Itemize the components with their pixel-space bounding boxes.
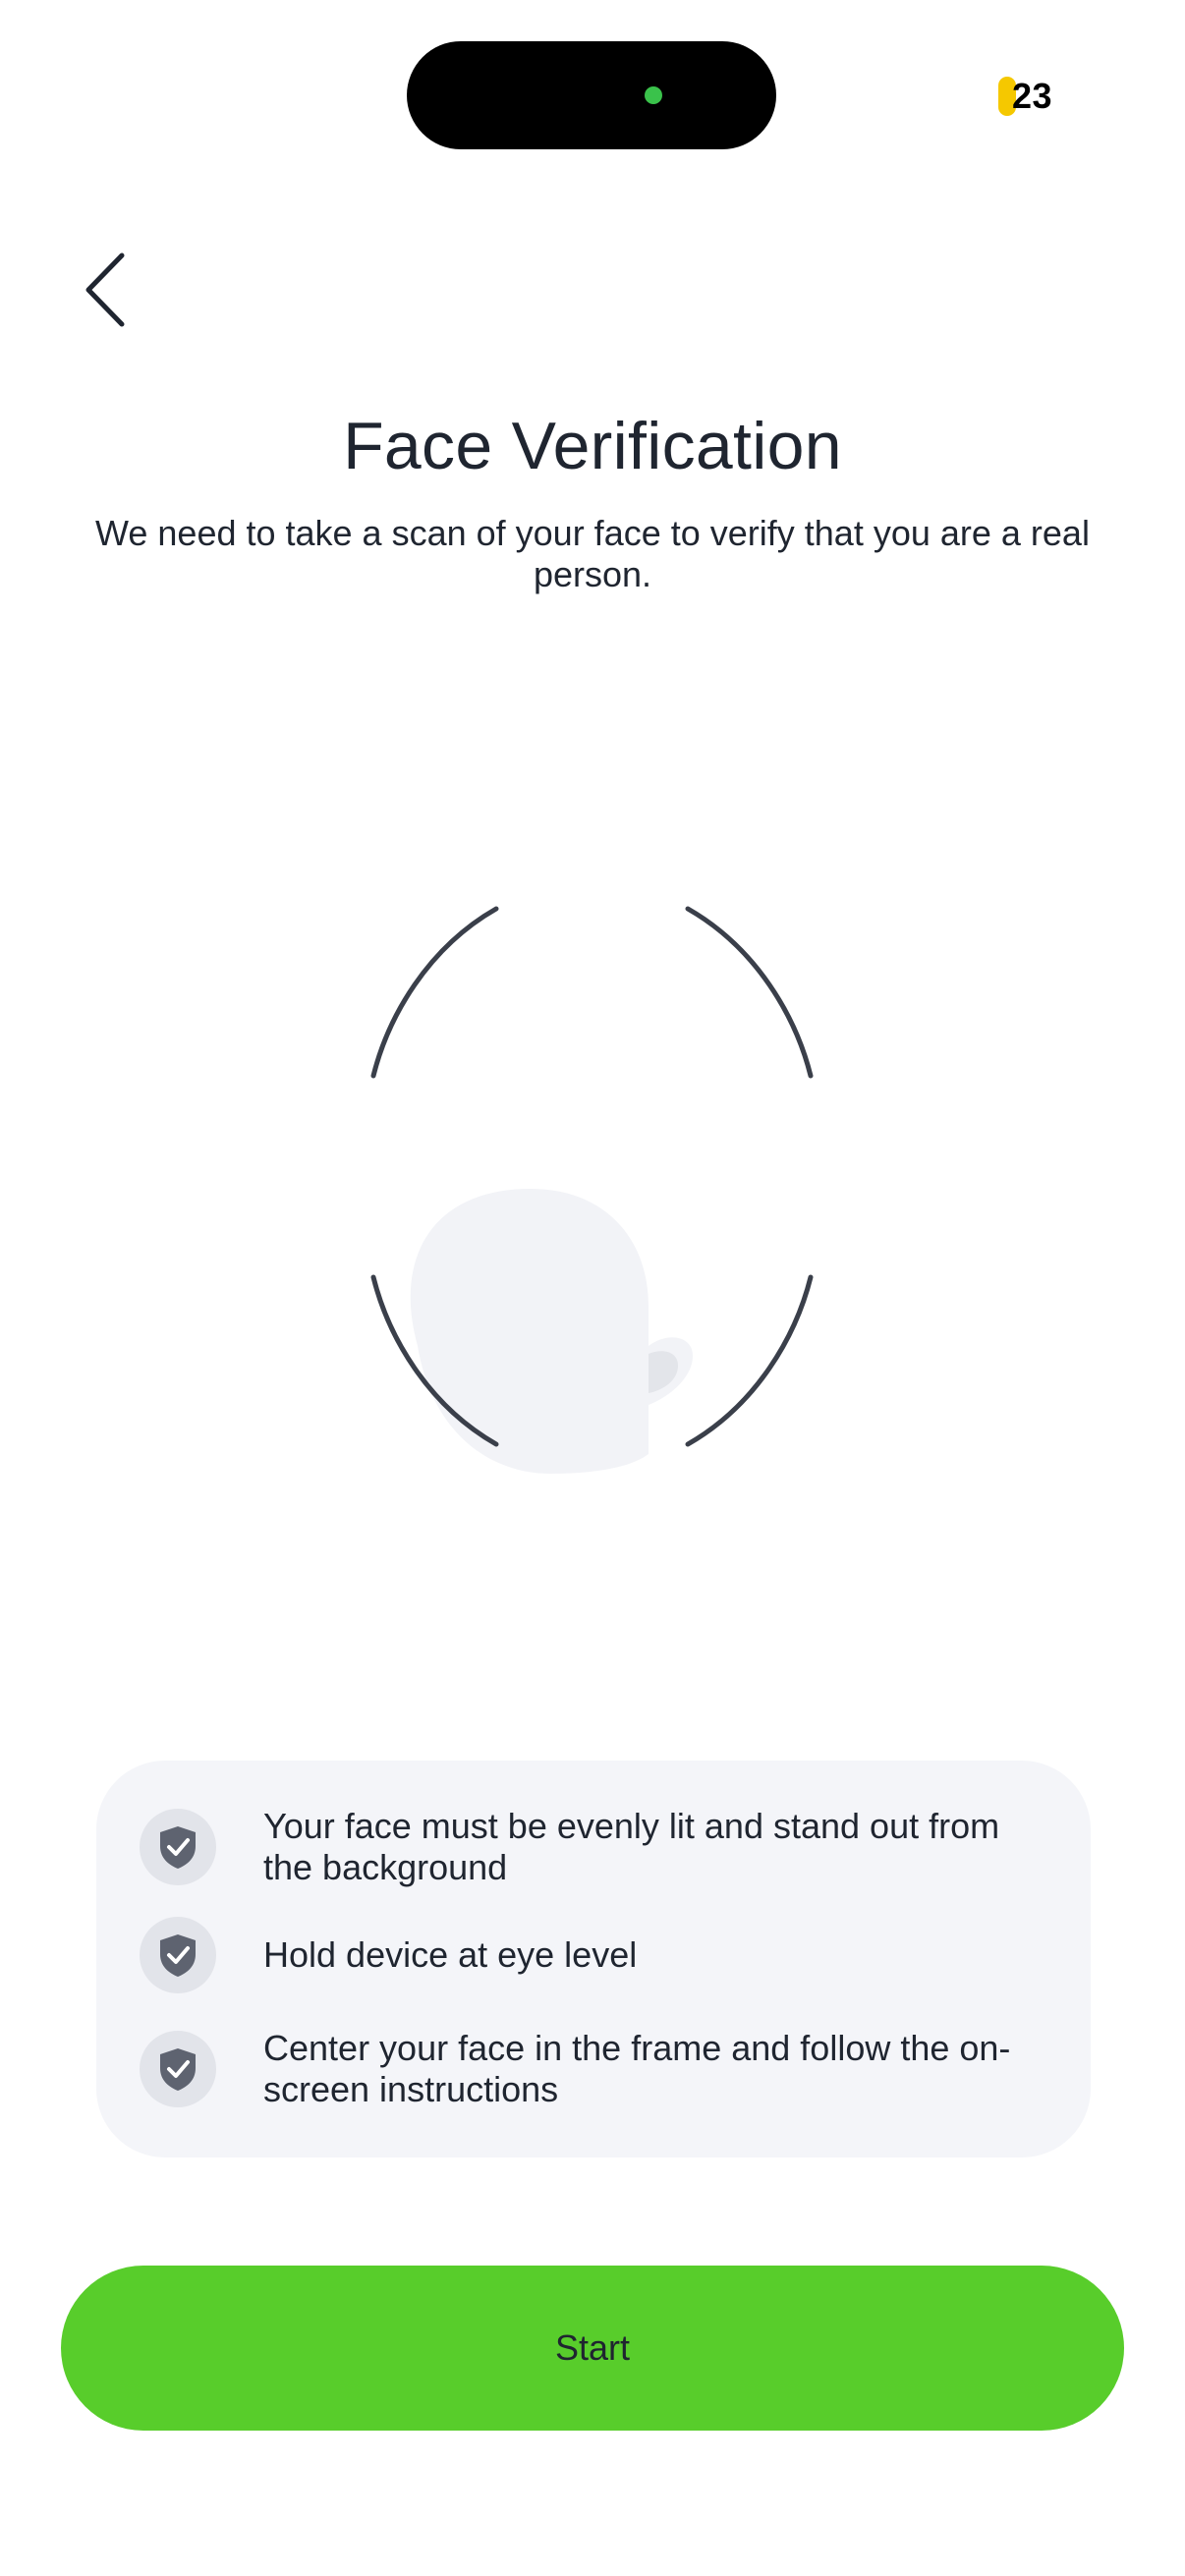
start-button[interactable]: Start — [61, 2266, 1124, 2431]
frame-corner-top-right — [685, 906, 814, 1079]
status-indicator: 23 — [998, 75, 1052, 118]
tip-icon-container — [140, 2031, 216, 2107]
status-badge-number: 23 — [1012, 76, 1053, 116]
back-button[interactable] — [69, 246, 138, 334]
tips-card: Your face must be evenly lit and stand o… — [96, 1761, 1091, 2157]
tip-item: Center your face in the frame and follow… — [140, 2028, 1030, 2110]
tip-text: Center your face in the frame and follow… — [263, 2028, 1011, 2109]
page-title: Face Verification — [343, 409, 842, 483]
face-placeholder-illustration — [410, 1189, 693, 1474]
tip-icon-container — [140, 1809, 216, 1885]
shield-check-icon — [160, 1934, 196, 1977]
tip-text: Your face must be evenly lit and stand o… — [263, 1806, 1000, 1887]
tip-icon-container — [140, 1917, 216, 1993]
shield-check-icon — [160, 2048, 196, 2091]
dynamic-island — [407, 41, 776, 149]
frame-corner-top-left — [370, 906, 499, 1079]
chevron-left-icon — [85, 252, 125, 327]
camera-indicator-dot — [645, 86, 662, 104]
tip-text: Hold device at eye level — [263, 1934, 638, 1975]
start-button-label: Start — [554, 2327, 631, 2368]
tip-item: Your face must be evenly lit and stand o… — [140, 1806, 1030, 1888]
page-subtitle: We need to take a scan of your face to v… — [95, 513, 1090, 594]
shield-check-icon — [160, 1826, 196, 1869]
tip-item: Hold device at eye level — [140, 1917, 1030, 1993]
face-scan-frame — [370, 906, 814, 1474]
frame-corner-bottom-right — [685, 1274, 814, 1447]
